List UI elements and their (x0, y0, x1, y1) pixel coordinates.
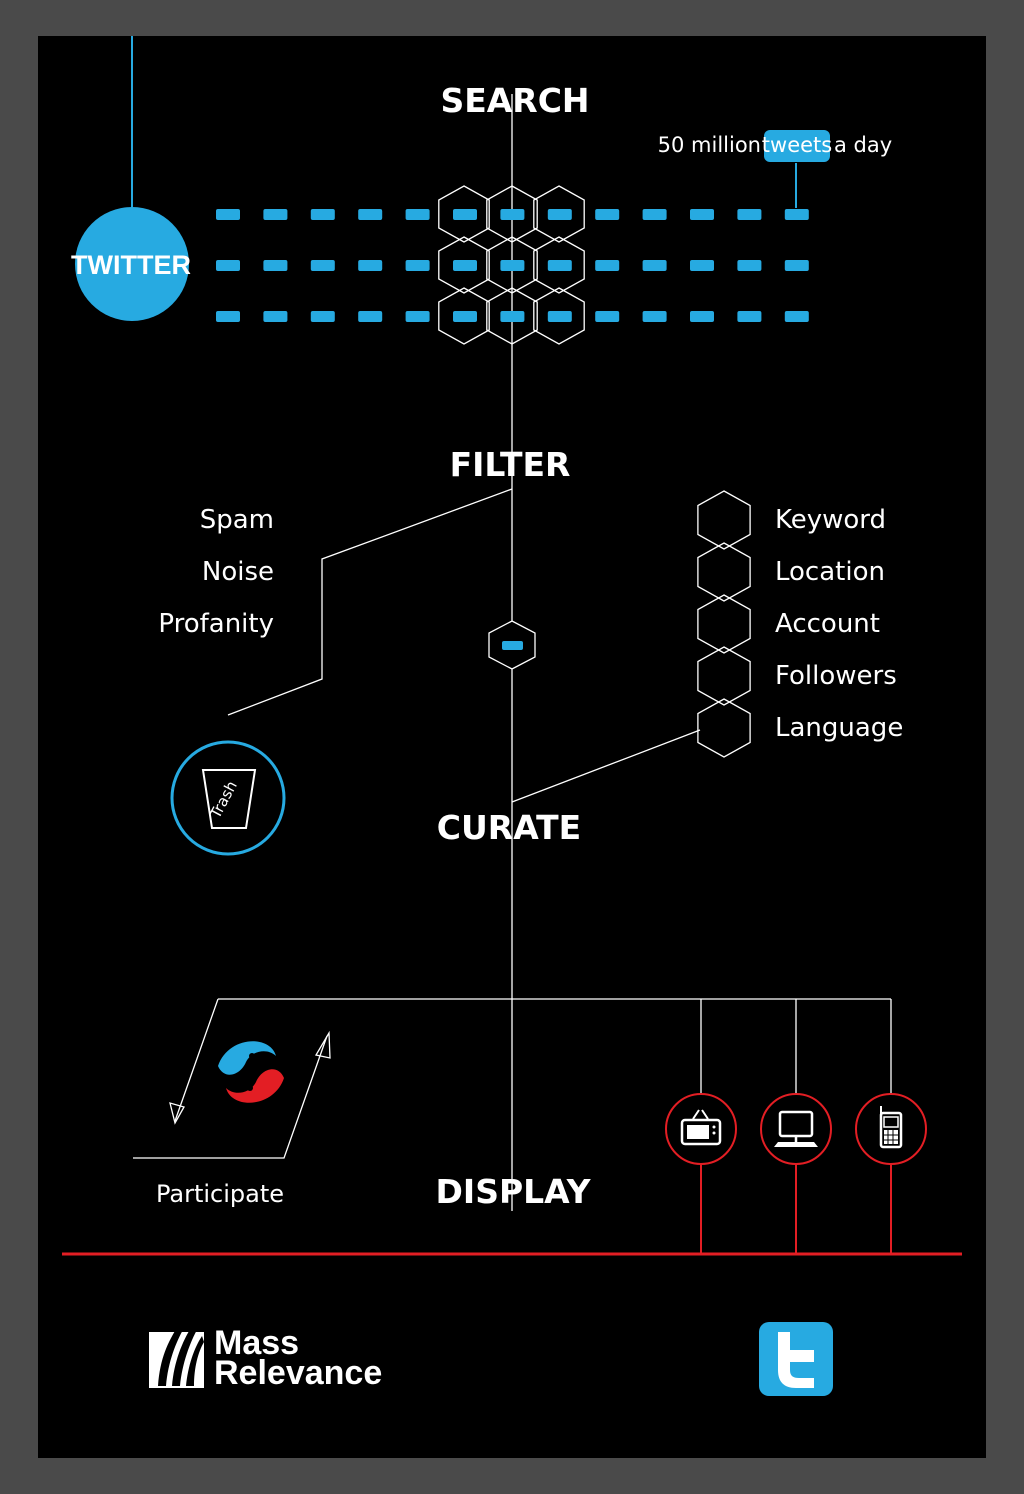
tweet-dash (784, 209, 809, 220)
tweet-dash (453, 260, 477, 271)
tweet-dash (216, 260, 240, 271)
stat-suffix: a day (834, 133, 892, 157)
trash-label: Trash (206, 778, 241, 822)
tweet-dash (784, 260, 809, 271)
tweet-dash (358, 260, 383, 271)
criteria-hex-cell (697, 490, 751, 550)
tweet-dash (405, 209, 430, 220)
criteria-item: Keyword (775, 505, 886, 535)
tweet-dash (263, 311, 288, 322)
tweet-dash (547, 209, 572, 220)
step-curate-label: CURATE (437, 808, 581, 847)
participate-loop: Participate (133, 998, 331, 1208)
tweet-dash (358, 209, 383, 220)
flow-diagram: SEARCH 50 million tweets a day TWITTER F… (62, 36, 962, 1396)
tweet-dash (310, 311, 335, 322)
tweet-dash (595, 311, 620, 322)
tweet-dash (547, 311, 572, 322)
tweet-dash (690, 260, 714, 271)
tweet-dash (405, 311, 430, 322)
tweet-dash (547, 260, 572, 271)
mobile-circle (855, 1093, 927, 1165)
filtered-tweet (502, 641, 523, 650)
mobile-phone-icon (879, 1106, 903, 1149)
tweet-dash (263, 209, 288, 220)
device-mobile (855, 1093, 927, 1165)
criteria-to-curate-line (511, 729, 701, 803)
removed-list: Spam Noise Profanity (158, 505, 274, 639)
mass-relevance-logo: Mass Relevance (149, 1324, 382, 1392)
step-display-label: DISPLAY (436, 1172, 592, 1211)
participate-label: Participate (156, 1180, 284, 1208)
mass-relevance-mark-icon (149, 1326, 204, 1388)
tweet-dash (500, 311, 525, 322)
tweet-dash (642, 260, 667, 271)
tweet-dash (737, 209, 762, 220)
tweet-dash (216, 209, 240, 220)
tweet-dash (642, 311, 667, 322)
tweet-dash (216, 311, 240, 322)
stat-highlight: tweets (762, 133, 832, 157)
criteria-hex-cell (697, 698, 751, 758)
tweet-dash (500, 209, 525, 220)
tweet-dash (453, 209, 477, 220)
filter-node (488, 620, 536, 670)
twitter-source: TWITTER (71, 207, 191, 321)
arrow-head-down (169, 1102, 185, 1125)
step-search-label: SEARCH (440, 81, 589, 120)
tweet-dash (737, 260, 762, 271)
tweet-dash (784, 311, 809, 322)
criteria-hex-cell (697, 594, 751, 654)
device-computer (760, 1093, 832, 1165)
criteria-item: Account (775, 609, 880, 639)
two-birds-icon (218, 1041, 284, 1103)
criteria-item: Location (775, 557, 885, 587)
tweet-dash (595, 260, 620, 271)
tweet-dash (500, 260, 525, 271)
tweet-dash (358, 311, 383, 322)
tweet-dash (642, 209, 667, 220)
infographic-poster: SEARCH 50 million tweets a day TWITTER F… (38, 36, 986, 1458)
tweet-dash (690, 209, 714, 220)
criteria-list: Keyword Location Account Followers Langu… (775, 505, 903, 743)
tweet-dash (453, 311, 477, 322)
tweet-dash (263, 260, 288, 271)
criteria-hex-cell (697, 542, 751, 602)
twitter-logo-icon (759, 1322, 833, 1396)
tweet-dash (737, 311, 762, 322)
step-filter-label: FILTER (450, 445, 571, 484)
removed-item: Spam (200, 505, 274, 535)
criteria-hex-cell (697, 646, 751, 706)
tweet-dash (595, 209, 620, 220)
tweet-dash (405, 260, 430, 271)
tweet-dash (310, 260, 335, 271)
twitter-label: TWITTER (71, 250, 191, 280)
criteria-hex-column (697, 490, 751, 758)
participate-arrow-down (174, 998, 219, 1122)
stat-prefix: 50 million (658, 133, 761, 157)
removed-item: Noise (202, 557, 274, 587)
computer-circle (760, 1093, 832, 1165)
removed-item: Profanity (158, 609, 274, 639)
device-tv (665, 1093, 737, 1165)
tweet-dash (310, 209, 335, 220)
criteria-item: Language (775, 713, 903, 743)
tweets-per-day-stat: 50 million tweets a day (658, 130, 892, 208)
logo-line2: Relevance (214, 1354, 382, 1392)
trash-bin: Trash (170, 740, 286, 856)
criteria-item: Followers (775, 661, 897, 691)
tweet-dash (690, 311, 714, 322)
